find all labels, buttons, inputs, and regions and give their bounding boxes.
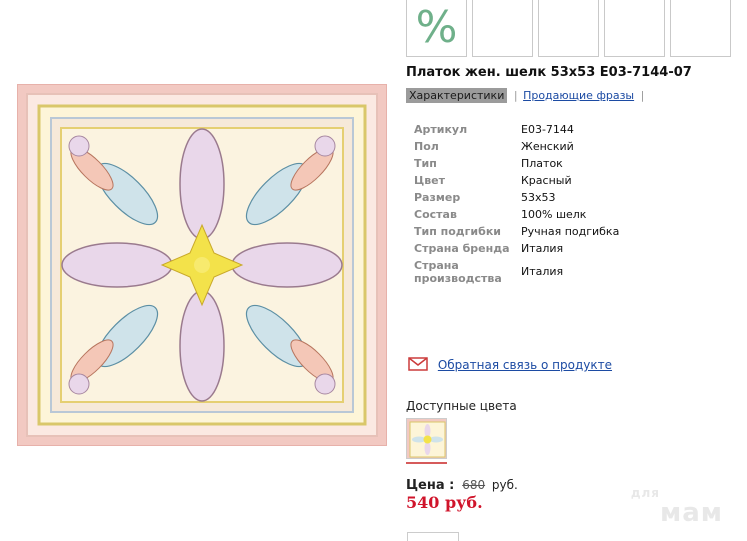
feedback-link[interactable]: Обратная связь о продукте (438, 358, 612, 372)
tab-separator: | (640, 89, 645, 102)
envelope-icon (408, 357, 428, 374)
scarf-pattern (26, 93, 378, 437)
spec-key: Пол (414, 140, 439, 153)
thumbnail-2[interactable] (472, 0, 533, 57)
spec-key: Состав (414, 208, 457, 221)
spec-value: 53x53 (521, 191, 556, 204)
spec-key: Страна производства (414, 259, 502, 285)
feedback-row: Обратная связь о продукте (408, 357, 612, 374)
watermark-small: для (630, 486, 660, 500)
tab-selling-phrases[interactable]: Продающие фразы (523, 89, 634, 102)
percent-icon[interactable]: % (406, 0, 467, 57)
product-image[interactable] (17, 84, 387, 446)
selected-color-indicator (406, 462, 447, 464)
color-swatch[interactable] (406, 418, 447, 459)
spec-value: Красный (521, 174, 572, 187)
thumbnail-5[interactable] (670, 0, 731, 57)
spec-value: Италия (521, 265, 564, 278)
quantity-box[interactable] (407, 532, 459, 541)
old-price-currency: руб. (491, 478, 518, 492)
spec-key: Артикул (414, 123, 468, 136)
watermark-big: мам (660, 498, 724, 528)
thumbnail-strip: % (406, 0, 746, 58)
spec-key: Размер (414, 191, 461, 204)
tab-separator: | (513, 89, 518, 102)
tab-characteristics[interactable]: Характеристики (406, 88, 508, 103)
product-title: Платок жен. шелк 53x53 E03-7144-07 (406, 65, 692, 80)
thumbnail-4[interactable] (604, 0, 665, 57)
current-price: 540 руб. (406, 493, 483, 512)
spec-value: Италия (521, 242, 564, 255)
spec-value: 100% шелк (521, 208, 587, 221)
price-label: Цена : (406, 478, 455, 493)
available-colors-label: Доступные цвета (406, 399, 517, 413)
spec-key: Страна бренда (414, 242, 510, 255)
spec-value: E03-7144 (521, 123, 574, 136)
spec-key: Цвет (414, 174, 446, 187)
swatch-pattern (409, 421, 446, 458)
spec-value: Женский (521, 140, 574, 153)
spec-key: Тип (414, 157, 437, 170)
thumbnail-3[interactable] (538, 0, 599, 57)
old-price: 680 (462, 478, 486, 492)
price-row: Цена : 680 руб. (406, 478, 518, 493)
product-tabs: Характеристики | Продающие фразы | (406, 88, 645, 103)
spec-value: Ручная подгибка (521, 225, 620, 238)
spec-key: Тип подгибки (414, 225, 501, 238)
spec-value: Платок (521, 157, 563, 170)
